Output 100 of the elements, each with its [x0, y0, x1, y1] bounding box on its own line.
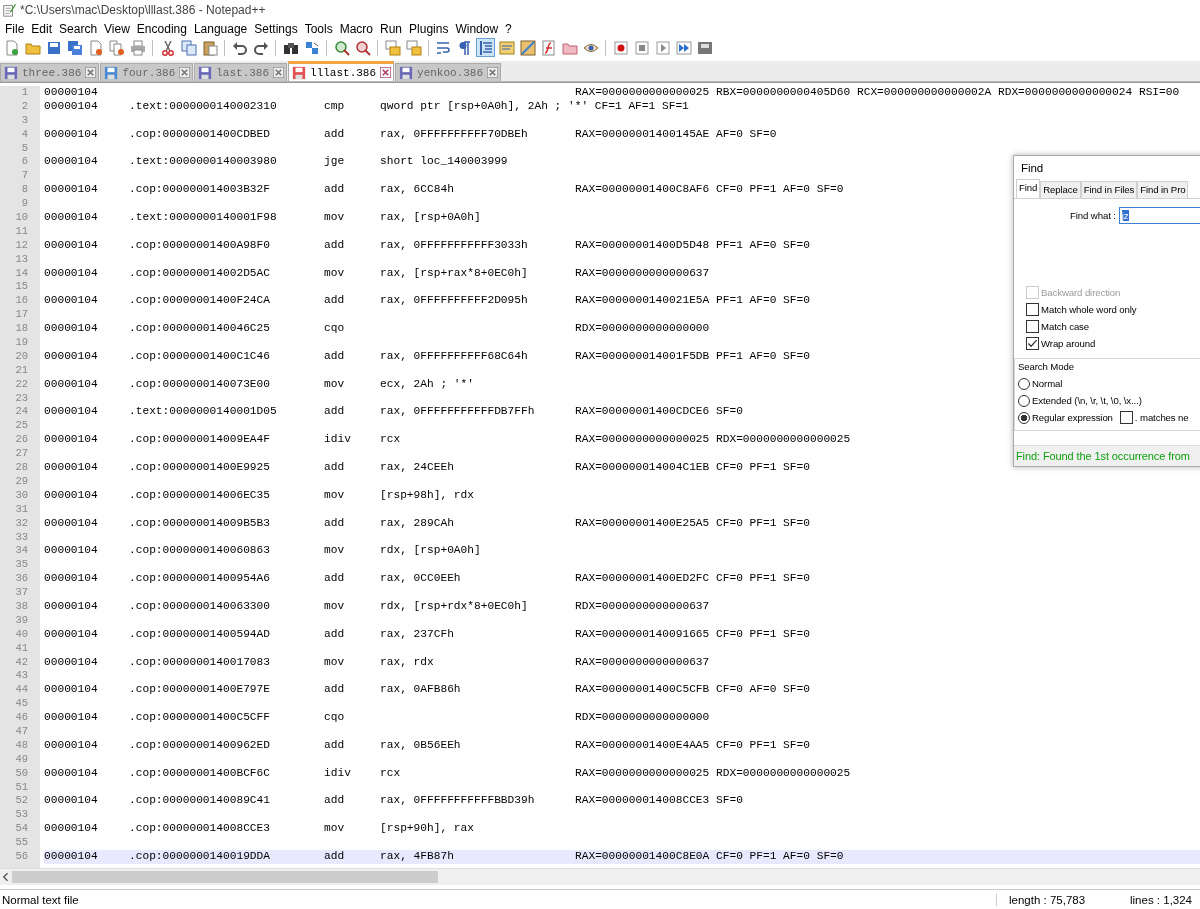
- code-text: add: [324, 183, 345, 198]
- code-text: rax, 0FFFFFFFFFFFDB7FFh: [380, 405, 535, 420]
- code-text: mov: [324, 544, 345, 559]
- file-tab[interactable]: four.386: [100, 63, 194, 81]
- file-tab[interactable]: last.386: [194, 63, 288, 81]
- menu-item[interactable]: Macro: [336, 21, 377, 36]
- line-number: 36: [14, 572, 29, 587]
- menu-item[interactable]: Edit: [28, 21, 57, 36]
- code-text: .cop:0000000140046C25: [129, 322, 270, 337]
- code-text: 00000104: [44, 461, 98, 475]
- line-number: 27: [14, 447, 29, 462]
- checkbox[interactable]: [1026, 337, 1039, 350]
- file-tab[interactable]: yenkoo.386: [395, 63, 502, 81]
- radio-button[interactable]: [1018, 411, 1030, 424]
- code-text: add: [324, 738, 345, 753]
- menu-item[interactable]: Tools: [301, 21, 337, 36]
- code-text: rax, 0AFB86h: [380, 683, 461, 698]
- indent-guide-icon[interactable]: [476, 38, 495, 57]
- dialog-tab[interactable]: Find in Files: [1080, 181, 1138, 198]
- fast-forward-icon[interactable]: [674, 38, 693, 57]
- zoom-in-icon[interactable]: [332, 38, 351, 57]
- language-icon[interactable]: [497, 38, 516, 57]
- code-text: RAX=00000001400D5D48 PF=1 AF=0 SF=0: [575, 238, 810, 253]
- sync-scroll-icon[interactable]: [404, 38, 423, 57]
- radio-button[interactable]: [1018, 377, 1030, 390]
- zoom-out-icon[interactable]: [353, 38, 372, 57]
- code-text: .text:0000000140002310: [129, 99, 277, 114]
- menu-item[interactable]: Settings: [251, 21, 302, 36]
- find-what-field[interactable]: jz: [1118, 207, 1200, 224]
- close-icon[interactable]: [273, 67, 285, 78]
- code-text: .cop:000000014006EC35: [129, 488, 270, 503]
- menu-item[interactable]: Plugins: [406, 21, 453, 36]
- checkbox[interactable]: [1026, 303, 1039, 316]
- code-text: 00000104: [44, 655, 98, 670]
- record-icon[interactable]: [611, 38, 630, 57]
- code-text: .cop:0000000140017083: [129, 655, 270, 670]
- horizontal-scrollbar[interactable]: [0, 868, 1200, 885]
- code-text: mov: [324, 822, 345, 837]
- line-number: 38: [14, 599, 29, 614]
- code-text: 00000104: [44, 711, 98, 725]
- close-icon[interactable]: [179, 67, 191, 78]
- code-text: .cop:0000000140089C41: [129, 794, 270, 809]
- code-text: add: [324, 294, 345, 309]
- line-number: 15: [14, 280, 29, 295]
- menu-item[interactable]: Window: [452, 21, 503, 36]
- sync-scroll-icon[interactable]: [383, 38, 402, 57]
- code-text: add: [324, 238, 345, 253]
- radio-button[interactable]: [1018, 394, 1030, 407]
- line-number: 46: [14, 711, 29, 725]
- file-tab[interactable]: lllast.386: [288, 61, 395, 81]
- code-text: [rsp+90h], rax: [380, 822, 474, 837]
- stop-icon[interactable]: [632, 38, 651, 57]
- menu-item[interactable]: Encoding: [133, 21, 191, 36]
- close-icon[interactable]: [487, 67, 499, 78]
- option-label: Match whole word only: [1041, 304, 1137, 315]
- length-label: length : 75,783: [996, 893, 1124, 906]
- close-icon[interactable]: [85, 67, 97, 78]
- line-number: 35: [14, 558, 29, 573]
- menu-item[interactable]: Run: [377, 21, 407, 36]
- printer-icon[interactable]: [128, 38, 147, 57]
- function-list-icon[interactable]: [539, 38, 558, 57]
- code-text: rax, 0FFFFFFFFFF2D095h: [380, 294, 528, 309]
- dialog-tab[interactable]: Find in Pro: [1137, 181, 1189, 198]
- line-number: 39: [14, 613, 29, 628]
- scrollbar-thumb[interactable]: [12, 871, 438, 883]
- checkbox[interactable]: [1026, 320, 1039, 333]
- close-icon[interactable]: [380, 67, 392, 78]
- checkbox[interactable]: [1119, 411, 1133, 424]
- code-text: cqo: [324, 322, 345, 337]
- code-text: .text:0000000140001D05: [129, 405, 277, 420]
- code-text: rax, 0FFFFFFFFFFF3033h: [380, 238, 528, 253]
- code-text: .cop:0000000140063300: [129, 599, 270, 614]
- line-number: 11: [14, 224, 29, 239]
- menu-item[interactable]: View: [101, 21, 134, 36]
- code-text: RAX=0000000000000025 RDX=0000000000000025: [575, 433, 851, 448]
- code-text: .cop:000000014009EA4F: [129, 433, 270, 448]
- code-text: add: [324, 516, 345, 531]
- dialog-tab[interactable]: Find: [1016, 179, 1041, 198]
- lines-label: lines : 1,324: [1129, 893, 1193, 906]
- menu-item[interactable]: Search: [56, 21, 102, 36]
- close-all-icon[interactable]: [107, 38, 126, 57]
- code-text: RDX=0000000000000637: [575, 599, 710, 614]
- dialog-tab[interactable]: Replace: [1040, 181, 1081, 198]
- menu-item[interactable]: File: [2, 21, 29, 36]
- copy-icon[interactable]: [179, 38, 198, 57]
- status-message: Find: Found the 1st occurrence from: [1014, 445, 1200, 466]
- file-tab[interactable]: three.386: [0, 63, 100, 81]
- field-value: jz: [1121, 210, 1129, 221]
- code-text: mov: [324, 655, 345, 670]
- save-all-icon[interactable]: [65, 38, 84, 57]
- paste-icon[interactable]: [200, 38, 219, 57]
- menu-item[interactable]: Language: [190, 21, 252, 36]
- line-number: 50: [14, 766, 29, 781]
- code-text: rdx, [rsp+0A0h]: [380, 544, 481, 559]
- code-text: add: [324, 405, 345, 420]
- code-text: .cop:000000014003B32F: [129, 183, 270, 198]
- play-icon[interactable]: [653, 38, 672, 57]
- menu-item[interactable]: ?: [502, 21, 516, 36]
- code-text: 00000104: [44, 572, 98, 587]
- document-map-icon[interactable]: [518, 38, 537, 57]
